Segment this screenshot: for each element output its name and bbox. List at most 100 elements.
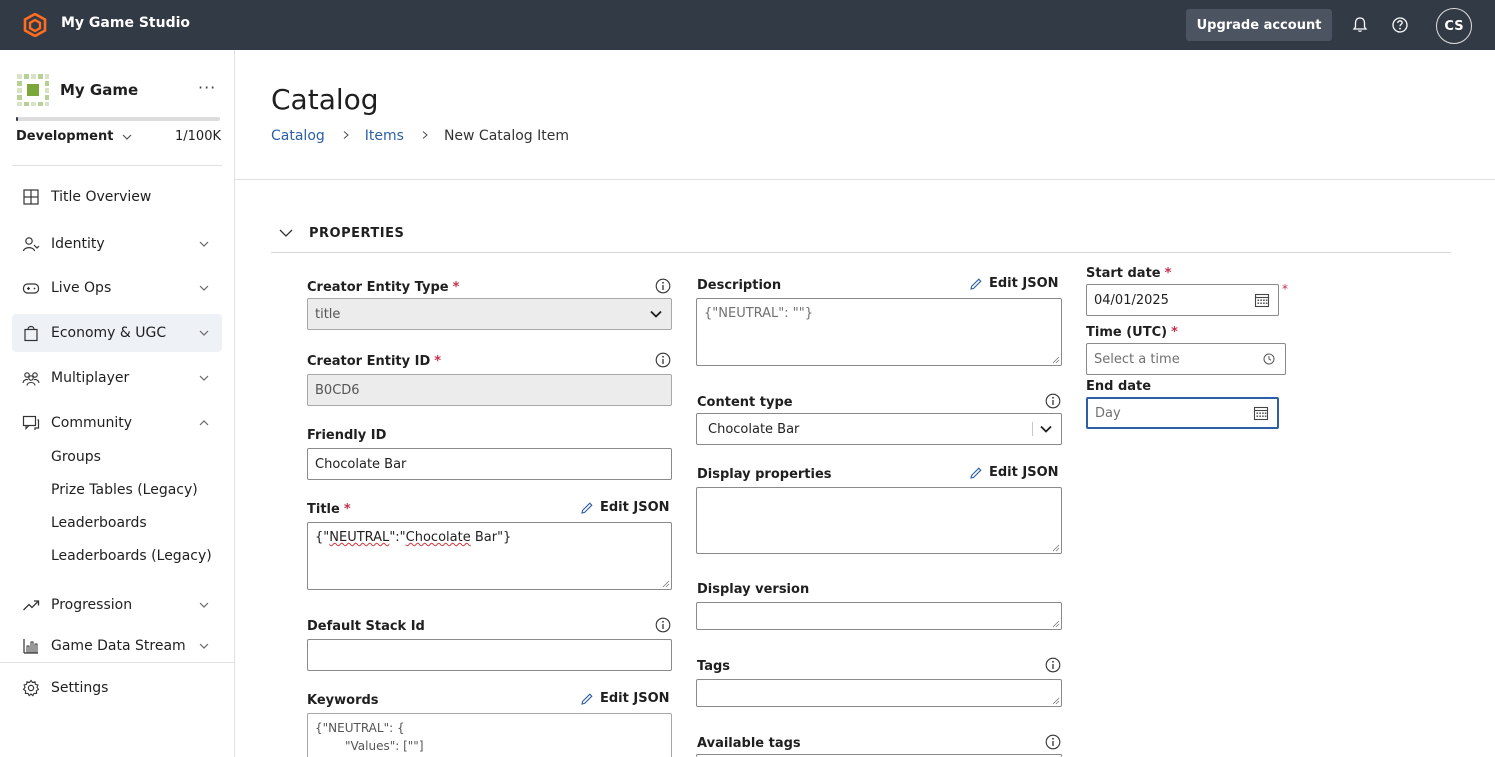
field-placeholder: Select a time	[1094, 351, 1180, 367]
info-icon[interactable]	[655, 617, 671, 633]
label-text: Start date	[1086, 266, 1161, 281]
sidebar-item-settings[interactable]: Settings	[12, 669, 222, 707]
avatar-initials: CS	[1444, 18, 1464, 34]
keywords-edit-json-button[interactable]: Edit JSON	[580, 691, 670, 706]
info-icon[interactable]	[655, 352, 671, 368]
info-icon[interactable]	[1045, 657, 1061, 673]
breadcrumb-items[interactable]: Items	[365, 128, 404, 144]
calendar-icon[interactable]	[1254, 292, 1270, 308]
tags-field[interactable]	[696, 679, 1062, 707]
gear-icon	[22, 679, 40, 697]
quota-progress-fill	[16, 117, 19, 121]
display-version-field[interactable]	[696, 602, 1062, 630]
breadcrumb-separator	[420, 129, 430, 143]
environment-label: Development	[16, 129, 114, 144]
bell-icon[interactable]	[1350, 15, 1370, 35]
chevron-down-icon	[199, 285, 209, 291]
info-icon[interactable]	[1045, 393, 1061, 409]
edit-json-label: Edit JSON	[989, 465, 1059, 480]
sidebar-item-progression[interactable]: Progression	[12, 586, 222, 624]
resize-handle-icon[interactable]	[661, 579, 670, 588]
sidebar-item-live-ops[interactable]: Live Ops	[12, 269, 222, 307]
studio-logo-icon[interactable]	[23, 13, 47, 37]
select-value: Chocolate Bar	[708, 421, 800, 437]
required-marker: *	[343, 502, 351, 517]
creator-entity-type-select[interactable]: title	[307, 298, 672, 330]
display-properties-edit-json-button[interactable]: Edit JSON	[969, 465, 1059, 480]
sidebar-subitem-groups[interactable]: Groups	[51, 449, 101, 465]
upgrade-account-button[interactable]: Upgrade account	[1186, 9, 1332, 41]
studio-name[interactable]: My Game Studio	[61, 15, 190, 31]
user-avatar[interactable]: CS	[1436, 8, 1472, 44]
sidebar-subitem-prize-tables[interactable]: Prize Tables (Legacy)	[51, 482, 198, 498]
start-date-field[interactable]: 04/01/2025	[1086, 284, 1279, 316]
breadcrumb-catalog[interactable]: Catalog	[271, 128, 325, 144]
resize-handle-icon[interactable]	[1051, 543, 1060, 552]
title-value-part: {"	[315, 530, 330, 545]
sidebar-item-label: Progression	[51, 597, 133, 613]
help-icon[interactable]	[1390, 15, 1410, 35]
sidebar-subitem-leaderboards-legacy[interactable]: Leaderboards (Legacy)	[51, 548, 212, 564]
keywords-line: "Values": [""]	[345, 739, 424, 753]
title-textarea[interactable]: {"NEUTRAL":"Chocolate Bar"}	[307, 522, 672, 590]
tags-label: Tags	[697, 659, 731, 674]
creator-entity-id-field[interactable]: B0CD6	[307, 374, 672, 406]
edit-json-label: Edit JSON	[989, 276, 1059, 291]
sidebar-item-multiplayer[interactable]: Multiplayer	[12, 359, 222, 397]
display-properties-textarea[interactable]	[696, 487, 1062, 554]
trend-icon	[23, 600, 40, 611]
divider	[0, 662, 234, 663]
label-text: Creator Entity ID	[307, 354, 431, 369]
title-edit-json-button[interactable]: Edit JSON	[580, 500, 670, 515]
content-type-select[interactable]: Chocolate Bar	[696, 413, 1062, 445]
people-icon	[22, 372, 40, 386]
description-edit-json-button[interactable]: Edit JSON	[969, 276, 1059, 291]
sidebar-item-title-overview[interactable]: Title Overview	[12, 178, 222, 216]
sidebar-item-economy-ugc[interactable]: Economy & UGC	[12, 314, 222, 352]
chevron-down-icon	[1040, 425, 1052, 433]
description-textarea[interactable]: {"NEUTRAL": ""}	[696, 298, 1062, 366]
select-separator	[1032, 422, 1033, 436]
resize-handle-icon[interactable]	[1051, 619, 1060, 628]
sidebar-item-label: Live Ops	[51, 280, 112, 296]
sidebar-item-label: Settings	[51, 680, 109, 696]
label-text: Creator Entity Type	[307, 280, 449, 295]
default-stack-id-field[interactable]	[307, 639, 672, 671]
resize-handle-icon[interactable]	[1051, 696, 1060, 705]
sidebar-subitem-leaderboards[interactable]: Leaderboards	[51, 515, 147, 531]
keywords-textarea[interactable]: {"NEUTRAL": { "Values": [""]	[307, 713, 672, 757]
title-value-part: ":"	[389, 530, 406, 545]
info-icon[interactable]	[655, 278, 671, 294]
resize-handle-icon[interactable]	[1051, 355, 1060, 364]
chevron-down-icon	[199, 330, 209, 336]
required-marker: *	[1171, 325, 1178, 340]
time-utc-field[interactable]: Select a time	[1086, 343, 1286, 375]
end-date-field[interactable]: Day	[1086, 397, 1279, 429]
chevron-down-icon[interactable]	[278, 226, 294, 240]
breadcrumb-separator	[341, 129, 351, 143]
chevron-down-icon	[199, 602, 209, 608]
sidebar-item-identity[interactable]: Identity	[12, 225, 222, 263]
chevron-right-icon	[422, 131, 428, 139]
chevron-down-icon	[199, 375, 209, 381]
breadcrumb-current: New Catalog Item	[443, 128, 570, 144]
friendly-id-field[interactable]: Chocolate Bar	[307, 448, 672, 480]
sidebar-item-game-data-stream[interactable]: Game Data Stream	[12, 631, 222, 661]
display-properties-label: Display properties	[697, 467, 832, 482]
sidebar-item-community[interactable]: Community	[12, 404, 222, 442]
environment-selector[interactable]: Development	[16, 129, 133, 144]
creator-entity-id-label: Creator Entity ID *	[307, 354, 441, 369]
more-options-button[interactable]: ···	[198, 78, 216, 97]
section-title-properties[interactable]: PROPERTIES	[309, 226, 404, 241]
title-value-part: Chocolate	[405, 530, 471, 545]
shopping-bag-icon	[24, 325, 38, 342]
sidebar-item-label: Identity	[51, 236, 105, 252]
game-name[interactable]: My Game	[60, 81, 138, 99]
clock-icon[interactable]	[1263, 353, 1275, 365]
chevron-down-icon	[199, 643, 209, 649]
display-version-label: Display version	[697, 582, 810, 597]
chevron-down-icon	[199, 241, 209, 247]
info-icon[interactable]	[1045, 734, 1061, 750]
end-date-label: End date	[1086, 379, 1152, 394]
calendar-icon[interactable]	[1253, 405, 1269, 421]
